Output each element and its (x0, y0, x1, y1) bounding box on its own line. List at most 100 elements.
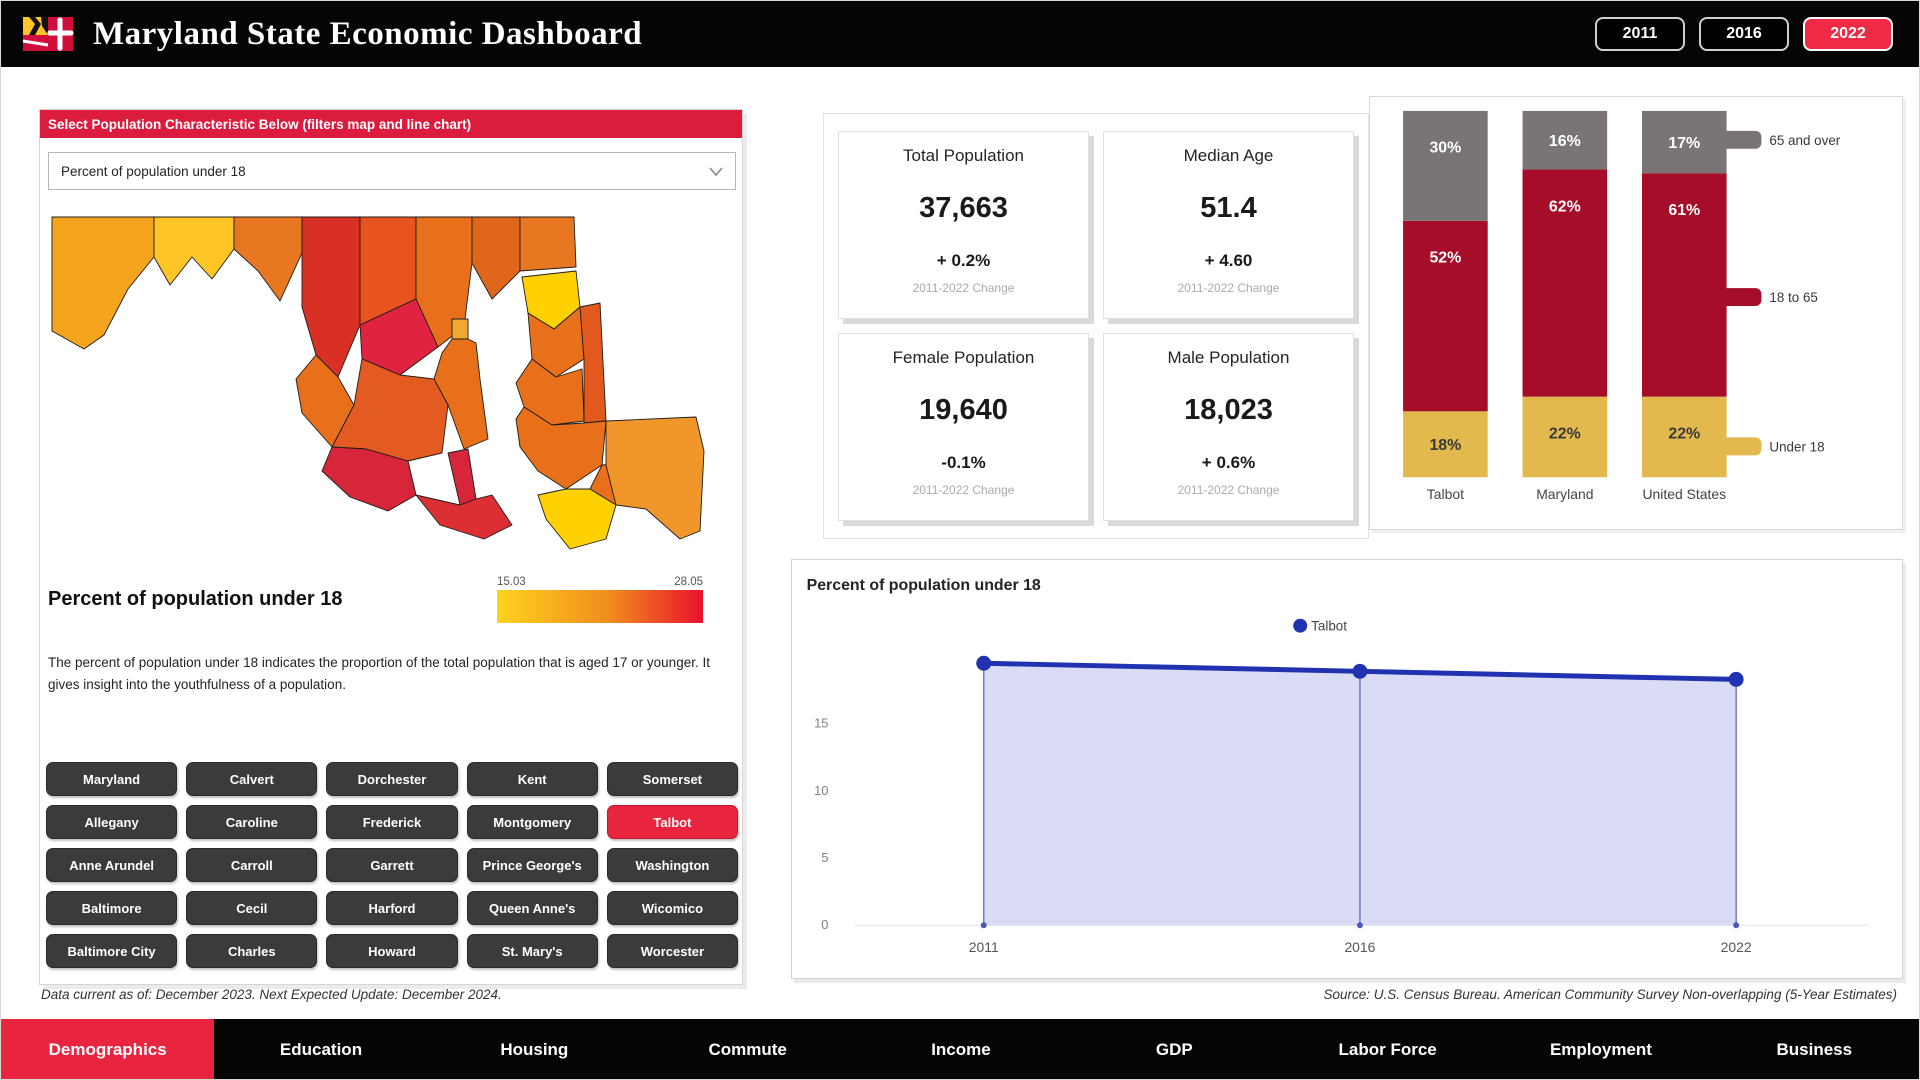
kpi-value: 18,023 (1184, 394, 1273, 427)
map-county[interactable] (234, 217, 302, 301)
map-title: Percent of population under 18 (48, 588, 342, 611)
bar-segment-label: 16% (1549, 133, 1581, 150)
maryland-map-svg (44, 206, 744, 568)
county-button[interactable]: Harford (326, 891, 457, 925)
under18-line-chart: Percent of population under 18Talbot0510… (791, 559, 1903, 979)
kpi-period: 2011-2022 Change (1178, 281, 1280, 295)
data-currency-note: Data current as of: December 2023. Next … (41, 987, 502, 1002)
county-button[interactable]: Dorchester (326, 762, 457, 796)
county-button[interactable]: Prince George's (467, 848, 598, 882)
county-button[interactable]: Carroll (186, 848, 317, 882)
map-county[interactable] (154, 217, 234, 285)
legend-label: 65 and over (1769, 133, 1840, 148)
data-point-marker[interactable] (1352, 664, 1367, 679)
bar-segment-label: 17% (1668, 135, 1700, 152)
nav-tab-demographics[interactable]: Demographics (1, 1019, 214, 1080)
kpi-title: Female Population (893, 348, 1035, 368)
header-bar: Maryland State Economic Dashboard 201120… (1, 1, 1920, 67)
bar-segment[interactable] (1403, 111, 1488, 221)
nav-tab-employment[interactable]: Employment (1494, 1019, 1707, 1080)
county-button[interactable]: Maryland (46, 762, 177, 796)
source-note: Source: U.S. Census Bureau. American Com… (1324, 987, 1898, 1002)
kpi-period: 2011-2022 Change (913, 483, 1015, 497)
legend-max-label: 28.05 (674, 576, 703, 588)
kpi-value: 37,663 (919, 192, 1008, 225)
year-button-2011[interactable]: 2011 (1595, 17, 1685, 51)
kpi-card: Male Population18,023+ 0.6%2011-2022 Cha… (1103, 333, 1354, 521)
kpi-period: 2011-2022 Change (1178, 483, 1280, 497)
county-button[interactable]: Baltimore (46, 891, 177, 925)
county-button[interactable]: Washington (607, 848, 738, 882)
nav-tab-education[interactable]: Education (214, 1019, 427, 1080)
county-button[interactable]: Charles (186, 934, 317, 968)
map-county[interactable] (52, 217, 154, 349)
characteristic-dropdown[interactable]: Percent of population under 18 (48, 152, 736, 190)
year-button-2022[interactable]: 2022 (1803, 17, 1893, 51)
county-button-grid: Maryland Calvert Dorchester Kent Somerset All… (46, 762, 738, 968)
nav-tab-gdp[interactable]: GDP (1068, 1019, 1281, 1080)
county-button[interactable]: Howard (326, 934, 457, 968)
bar-segment-label: 18% (1429, 437, 1461, 454)
county-button[interactable]: Talbot (607, 805, 738, 839)
y-tick-label: 10 (814, 783, 828, 798)
county-button[interactable]: Kent (467, 762, 598, 796)
map-county[interactable] (472, 217, 520, 299)
kpi-change: -0.1% (941, 453, 985, 473)
county-button[interactable]: Baltimore City (46, 934, 177, 968)
nav-tab-income[interactable]: Income (854, 1019, 1067, 1080)
county-button[interactable]: Allegany (46, 805, 177, 839)
bar-segment-label: 30% (1429, 140, 1461, 157)
map-color-legend: 15.03 28.05 (497, 576, 703, 623)
map-county[interactable] (538, 489, 616, 549)
data-point-marker[interactable] (1729, 672, 1744, 687)
nav-tab-business[interactable]: Business (1708, 1019, 1920, 1080)
baseline-marker (1733, 922, 1739, 928)
legend-label: Under 18 (1769, 439, 1824, 454)
y-tick-label: 5 (821, 850, 828, 865)
county-button[interactable]: Anne Arundel (46, 848, 177, 882)
bar-category-label: United States (1642, 486, 1726, 502)
kpi-title: Total Population (903, 146, 1024, 166)
line-legend-label: Talbot (1311, 619, 1347, 634)
county-button[interactable]: Worcester (607, 934, 738, 968)
county-button[interactable]: Calvert (186, 762, 317, 796)
kpi-value: 19,640 (919, 394, 1008, 427)
x-tick-label: 2016 (1344, 939, 1375, 955)
line-legend-dot (1293, 619, 1307, 633)
county-button[interactable]: Cecil (186, 891, 317, 925)
map-county[interactable] (302, 217, 360, 377)
year-filter-group: 2011 2016 2022 (1595, 17, 1893, 51)
bar-category-label: Talbot (1427, 486, 1464, 502)
year-button-2016[interactable]: 2016 (1699, 17, 1789, 51)
maryland-flag-icon (21, 14, 75, 54)
legend-swatch (1722, 131, 1762, 149)
nav-tab-labor-force[interactable]: Labor Force (1281, 1019, 1494, 1080)
county-button[interactable]: Caroline (186, 805, 317, 839)
county-button[interactable]: Montgomery (467, 805, 598, 839)
kpi-value: 51.4 (1200, 192, 1256, 225)
kpi-title: Male Population (1168, 348, 1290, 368)
map-description: The percent of population under 18 indic… (48, 652, 712, 697)
nav-tab-housing[interactable]: Housing (428, 1019, 641, 1080)
population-filter-card: Select Population Characteristic Below (… (39, 109, 743, 985)
bottom-nav: DemographicsEducationHousingCommuteIncom… (1, 1019, 1920, 1080)
county-button[interactable]: Queen Anne's (467, 891, 598, 925)
county-button[interactable]: Wicomico (607, 891, 738, 925)
county-button[interactable]: Somerset (607, 762, 738, 796)
map-county[interactable] (520, 217, 576, 271)
kpi-period: 2011-2022 Change (913, 281, 1015, 295)
map-county[interactable] (448, 449, 476, 505)
map-county[interactable] (452, 319, 468, 339)
chevron-down-icon (709, 167, 723, 176)
kpi-title: Median Age (1184, 146, 1274, 166)
legend-swatch (1722, 437, 1762, 455)
county-button[interactable]: St. Mary's (467, 934, 598, 968)
line-chart-title: Percent of population under 18 (807, 577, 1041, 594)
legend-label: 18 to 65 (1769, 290, 1818, 305)
map-county[interactable] (606, 417, 704, 539)
county-button[interactable]: Garrett (326, 848, 457, 882)
map-county[interactable] (580, 303, 606, 423)
county-button[interactable]: Frederick (326, 805, 457, 839)
data-point-marker[interactable] (976, 656, 991, 671)
nav-tab-commute[interactable]: Commute (641, 1019, 854, 1080)
